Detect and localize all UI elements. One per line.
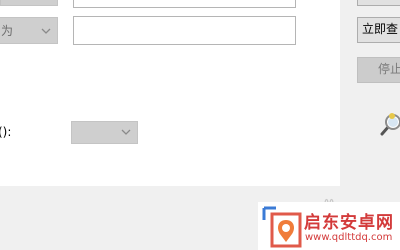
- top-text-field[interactable]: [73, 0, 296, 8]
- search-icon: [380, 113, 400, 136]
- top-combo[interactable]: [0, 0, 58, 6]
- chevron-down-icon: [121, 129, 131, 135]
- top-right-button[interactable]: [357, 0, 400, 6]
- chevron-down-icon: [41, 28, 51, 34]
- watermark-url: www.qdlttdq.com: [305, 232, 393, 243]
- query-now-button[interactable]: 立即查: [357, 17, 400, 43]
- watermark-brand: 启东安卓网: [304, 213, 394, 233]
- search-text-field[interactable]: [73, 16, 296, 45]
- stop-label: 停止: [378, 62, 400, 76]
- match-mode-combo[interactable]: 为: [0, 17, 58, 44]
- option-label: ():: [0, 125, 12, 139]
- stop-button[interactable]: 停止: [357, 57, 400, 83]
- option-combo[interactable]: [71, 121, 138, 144]
- query-now-label: 立即查: [362, 22, 399, 36]
- match-mode-value: 为: [1, 24, 14, 38]
- brand-logo-icon: [262, 206, 302, 248]
- form-panel: 为 ():: [0, 0, 340, 186]
